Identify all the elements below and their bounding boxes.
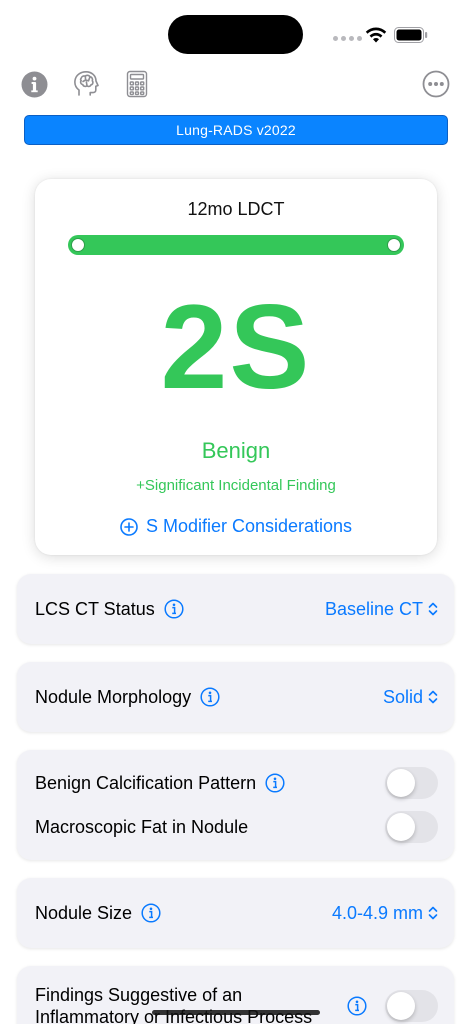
category-descriptor: Benign xyxy=(201,438,271,463)
toolbar xyxy=(0,66,471,102)
morphology-row: Nodule Morphology Solid xyxy=(35,662,438,732)
wifi-icon xyxy=(365,27,387,43)
macro-fat-label: Macroscopic Fat in Nodule xyxy=(35,816,249,837)
calcification-row: Benign Calcification Pattern xyxy=(35,766,438,800)
range-knob-right xyxy=(387,238,401,252)
morphology-label: Nodule Morphology xyxy=(35,686,192,707)
info-circle-icon[interactable] xyxy=(164,599,184,619)
calcification-label: Benign Calcification Pattern xyxy=(35,772,257,793)
range-knob-left xyxy=(71,238,85,252)
macro-fat-toggle[interactable] xyxy=(385,811,438,843)
ct-status-picker[interactable]: Baseline CT xyxy=(325,599,438,620)
info-circle-icon[interactable] xyxy=(265,773,285,793)
category-range-track xyxy=(68,235,404,255)
battery-icon xyxy=(394,27,428,43)
morphology-picker[interactable]: Solid xyxy=(383,687,438,708)
nodule-size-group: Nodule Size 4.0-4.9 mm xyxy=(17,878,454,948)
info-circle-icon[interactable] xyxy=(200,687,220,707)
inflammatory-label-line1: Findings Suggestive of an xyxy=(35,985,243,1005)
macro-fat-row: Macroscopic Fat in Nodule xyxy=(35,810,438,844)
version-label: Lung-RADS v2022 xyxy=(176,122,296,138)
inflammatory-toggle[interactable] xyxy=(385,990,438,1022)
nodule-size-picker[interactable]: 4.0-4.9 mm xyxy=(332,903,438,924)
brain-icon[interactable] xyxy=(72,70,100,98)
status-bar xyxy=(0,0,471,60)
ct-status-label: LCS CT Status xyxy=(35,598,155,619)
followup-recommendation: 12mo LDCT xyxy=(187,199,285,219)
info-circle-icon[interactable] xyxy=(347,996,367,1016)
morphology-value: Solid xyxy=(382,686,423,707)
s-modifier-label: S Modifier Considerations xyxy=(145,516,353,536)
lung-rads-category: 2S xyxy=(160,280,312,414)
inflammatory-label: Findings Suggestive of an Inflammatory o… xyxy=(35,984,312,1024)
home-indicator xyxy=(152,1010,320,1015)
calcification-fat-group: Benign Calcification Pattern Macroscopic… xyxy=(17,750,454,860)
inflammatory-group: Findings Suggestive of an Inflammatory o… xyxy=(17,966,454,1024)
calcification-toggle[interactable] xyxy=(385,767,438,799)
nodule-size-row: Nodule Size 4.0-4.9 mm xyxy=(35,878,438,948)
cellular-signal-icon xyxy=(333,36,362,41)
chevron-up-down-icon xyxy=(428,690,438,704)
s-modifier-considerations-button[interactable]: S Modifier Considerations xyxy=(35,516,437,537)
dynamic-island xyxy=(168,15,303,54)
info-icon[interactable] xyxy=(20,70,48,98)
more-icon[interactable] xyxy=(422,70,450,98)
info-circle-icon[interactable] xyxy=(141,903,161,923)
nodule-size-value: 4.0-4.9 mm xyxy=(331,902,423,923)
ct-status-value: Baseline CT xyxy=(324,598,423,619)
morphology-group: Nodule Morphology Solid xyxy=(17,662,454,732)
plus-circle-icon xyxy=(120,517,138,536)
nodule-size-label: Nodule Size xyxy=(35,902,133,923)
chevron-up-down-icon xyxy=(428,602,438,616)
ct-status-row: LCS CT Status Baseline CT xyxy=(35,574,438,644)
ct-status-group: LCS CT Status Baseline CT xyxy=(17,574,454,644)
inflammatory-row: Findings Suggestive of an Inflammatory o… xyxy=(35,982,438,1024)
result-card: 12mo LDCT 2S Benign +Significant Inciden… xyxy=(35,179,437,555)
calculator-icon[interactable] xyxy=(123,70,151,98)
category-modifier: +Significant Incidental Finding xyxy=(136,477,336,494)
chevron-up-down-icon xyxy=(428,906,438,920)
version-selector-button[interactable]: Lung-RADS v2022 xyxy=(24,115,448,145)
